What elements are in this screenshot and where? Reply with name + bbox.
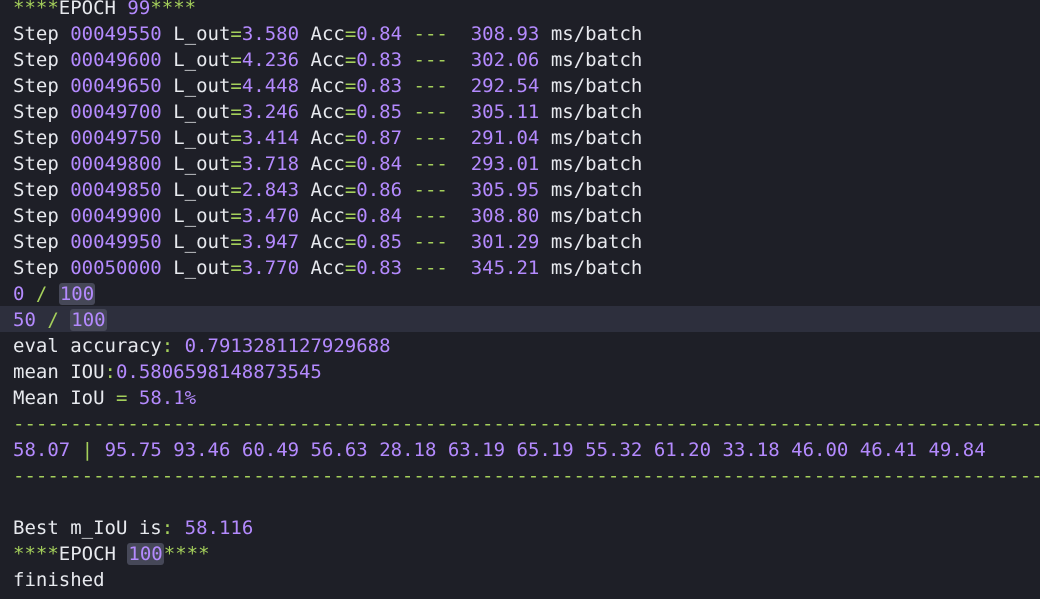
step-log-line: Step 00050000 L_out=3.770 Acc=0.83 --- 3…	[13, 257, 643, 279]
step-log-line: Step 00049550 L_out=3.580 Acc=0.84 --- 3…	[13, 23, 643, 45]
eval-progress-line: 50 / 100	[13, 309, 107, 331]
step-log-line: Step 00049800 L_out=3.718 Acc=0.84 --- 2…	[13, 153, 643, 175]
separator-line: ----------------------------------------…	[13, 465, 1040, 487]
best-miou-line: Best m_IoU is: 58.116	[13, 517, 254, 539]
mean-iou-percent-line: Mean IoU = 58.1%	[13, 387, 197, 409]
step-log-line: Step 00049900 L_out=3.470 Acc=0.84 --- 3…	[13, 205, 643, 227]
step-log-line: Step 00049700 L_out=3.246 Acc=0.85 --- 3…	[13, 101, 643, 123]
step-log-line: Step 00049850 L_out=2.843 Acc=0.86 --- 3…	[13, 179, 643, 201]
highlighted-line	[0, 306, 1040, 332]
step-log-line: Step 00049950 L_out=3.947 Acc=0.85 --- 3…	[13, 231, 643, 253]
epoch-header: ****EPOCH 100****	[13, 543, 210, 565]
separator-line: ----------------------------------------…	[13, 413, 1040, 435]
finished-line: finished	[13, 569, 105, 591]
eval-accuracy-line: eval accuracy: 0.7913281127929688	[13, 335, 391, 357]
step-log-line: Step 00049750 L_out=3.414 Acc=0.87 --- 2…	[13, 127, 643, 149]
terminal-window[interactable]: ****EPOCH 99**** Step 00049550 L_out=3.5…	[0, 0, 1040, 599]
step-log-line: Step 00049650 L_out=4.448 Acc=0.83 --- 2…	[13, 75, 643, 97]
epoch-header: ****EPOCH 99****	[13, 0, 197, 19]
eval-progress-line: 0 / 100	[13, 283, 96, 305]
class-scores-line: 58.07 | 95.75 93.46 60.49 56.63 28.18 63…	[13, 439, 986, 461]
mean-iou-line: mean IOU:0.5806598148873545	[13, 361, 322, 383]
step-log-line: Step 00049600 L_out=4.236 Acc=0.83 --- 3…	[13, 49, 643, 71]
